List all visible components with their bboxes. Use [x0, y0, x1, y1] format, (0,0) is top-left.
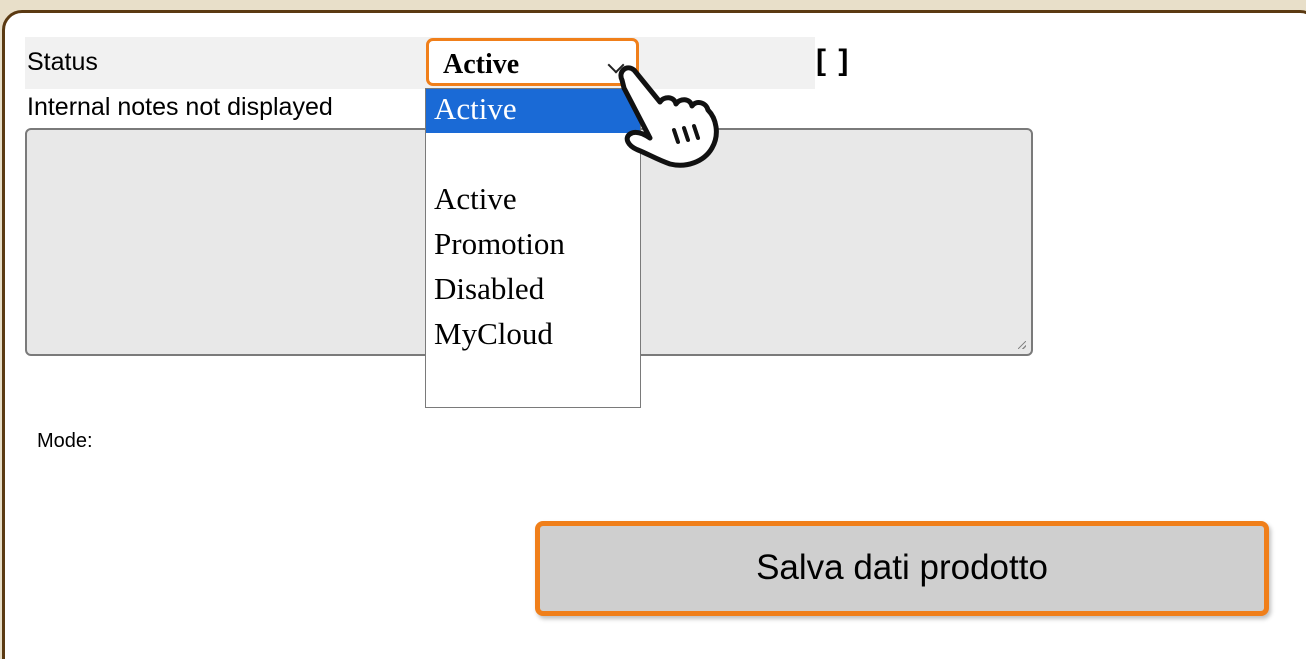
dropdown-option-active[interactable]: Active [426, 179, 640, 223]
status-select-value: Active [443, 49, 520, 80]
status-label: Status [27, 48, 98, 76]
save-product-button[interactable]: Salva dati prodotto [535, 521, 1269, 616]
dropdown-option-promotion[interactable]: Promotion [426, 224, 640, 268]
mode-label: Mode: [37, 430, 93, 452]
notes-label: Internal notes not displayed [27, 93, 333, 121]
resize-grip-icon[interactable] [1018, 341, 1026, 349]
dropdown-option-disabled[interactable]: Disabled [426, 269, 640, 313]
hand-pointer-icon [618, 65, 719, 168]
dropdown-option-empty-bottom[interactable] [426, 359, 640, 403]
dropdown-option-mycloud[interactable]: MyCloud [426, 314, 640, 358]
brackets-text: [ ] [816, 44, 851, 77]
